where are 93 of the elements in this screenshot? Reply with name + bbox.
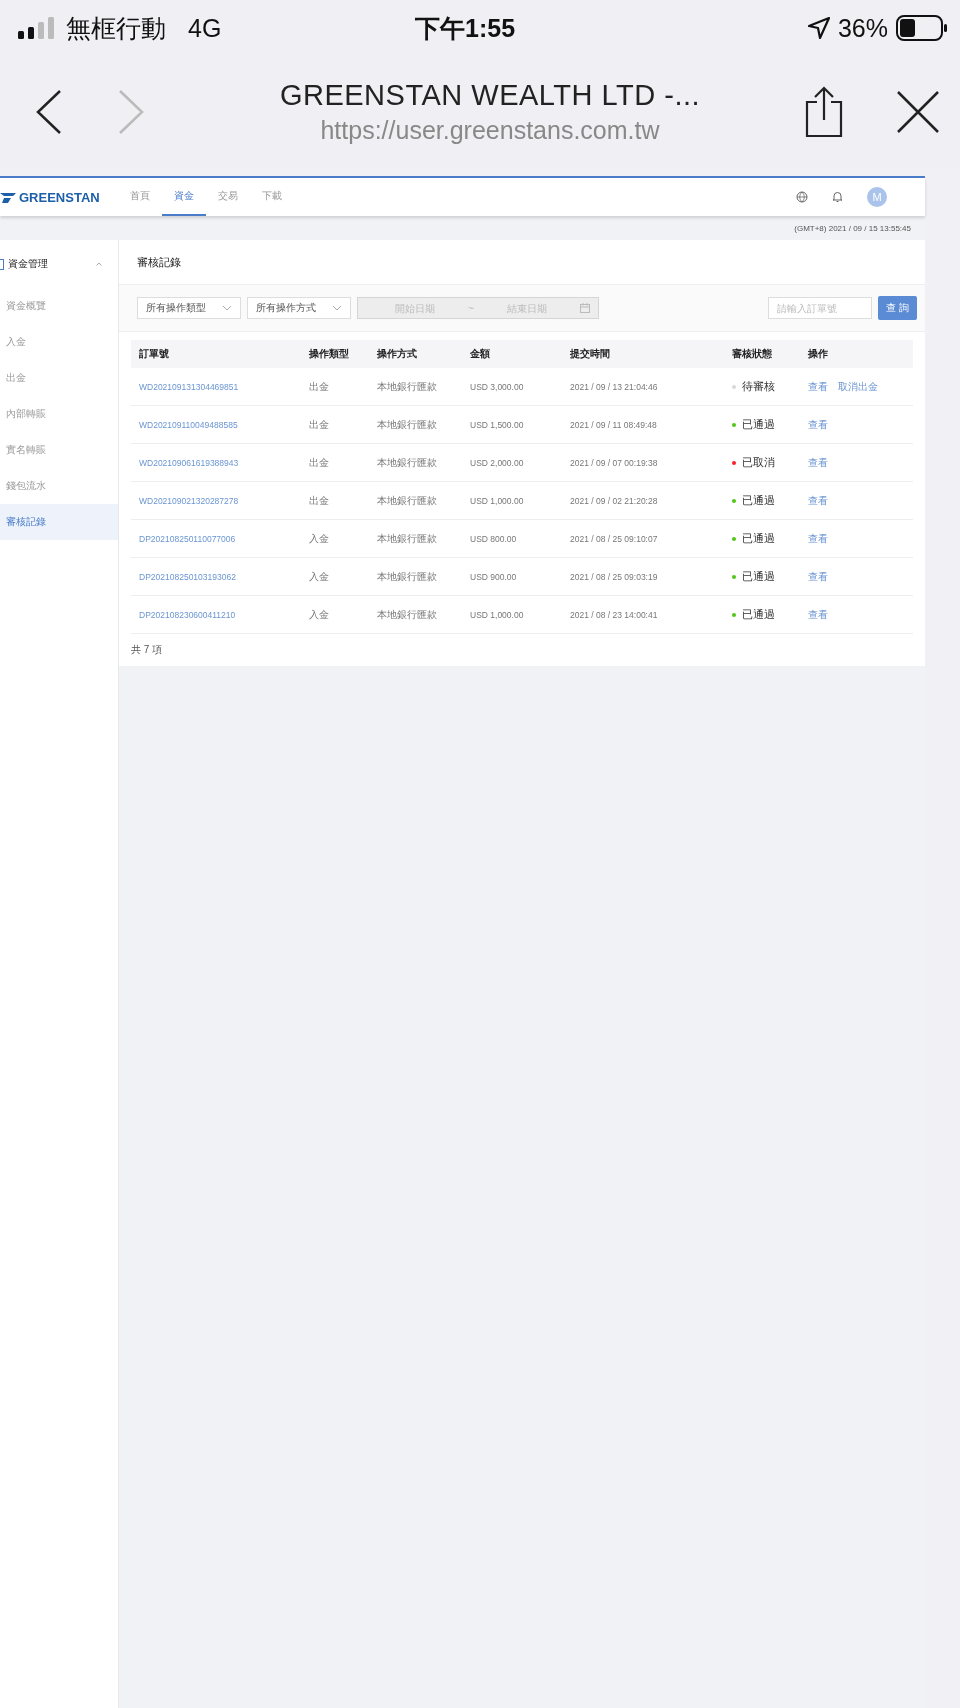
column-header: 金額: [470, 347, 491, 361]
sidebar-item[interactable]: 審核記錄: [0, 504, 118, 540]
order-number-link[interactable]: DP202108250103193062: [139, 571, 309, 582]
status-label: 已通過: [742, 569, 775, 584]
method-select[interactable]: 所有操作方式: [247, 297, 351, 319]
sidebar-item[interactable]: 實名轉賬: [0, 432, 118, 468]
action-link[interactable]: 查看: [808, 493, 828, 508]
action-link[interactable]: 查看: [808, 607, 828, 622]
table-cell-text: 入金: [309, 531, 330, 546]
table-cell-text: USD 1,500.00: [470, 419, 525, 430]
battery-icon: [896, 15, 948, 41]
location-arrow-icon: [807, 17, 830, 39]
table-cell-text: USD 2,000.00: [470, 457, 525, 468]
order-number-link[interactable]: WD202109061619388943: [139, 457, 309, 468]
status-label: 已通過: [742, 417, 775, 432]
column-header: 訂單號: [139, 347, 170, 361]
column-header: 提交時間: [570, 347, 611, 361]
action-link[interactable]: 查看: [808, 569, 828, 584]
nav-tab[interactable]: 交易: [206, 178, 250, 216]
order-number-link[interactable]: DP202108230600411210: [139, 609, 309, 620]
carrier-name: 無框行動: [66, 12, 166, 44]
action-link[interactable]: 查看: [808, 455, 828, 470]
table-cell-text: 本地銀行匯款: [377, 417, 438, 432]
table-cell-text: 2021 / 08 / 25 09:10:07: [570, 533, 659, 544]
table-cell-text: USD 900.00: [470, 571, 518, 582]
table-cell-text: 出金: [309, 379, 330, 394]
sidebar-item[interactable]: 錢包流水: [0, 468, 118, 504]
table-cell-text: USD 800.00: [470, 533, 518, 544]
status-label: 已通過: [742, 493, 775, 508]
battery-percent: 36%: [837, 13, 888, 43]
table-cell-text: 本地銀行匯款: [377, 531, 438, 546]
range-separator: ~: [468, 302, 474, 314]
table-cell-text: 本地銀行匯款: [377, 379, 438, 394]
column-header: 操作: [808, 347, 829, 361]
status-label: 已通過: [742, 531, 775, 546]
action-link[interactable]: 取消出金: [838, 379, 878, 394]
table-cell-text: 2021 / 08 / 25 09:03:19: [570, 571, 659, 582]
table-cell-text: USD 1,000.00: [470, 609, 525, 620]
calendar-icon: [580, 303, 590, 313]
type-select[interactable]: 所有操作類型: [137, 297, 241, 319]
order-number-link[interactable]: WD202109021320287278: [139, 495, 309, 506]
sidebar-item[interactable]: 內部轉賬: [0, 396, 118, 432]
table-cell-text: 2021 / 09 / 13 21:04:46: [570, 381, 659, 392]
table-cell-text: 本地銀行匯款: [377, 607, 438, 622]
server-time: (GMT+8) 2021 / 09 / 15 13:55:45: [794, 223, 911, 233]
table-cell-text: 2021 / 09 / 11 08:49:48: [570, 419, 658, 430]
sidebar-item[interactable]: 出金: [0, 360, 118, 396]
network-type: 4G: [188, 13, 222, 43]
section-title: 審核記錄: [137, 254, 181, 270]
table-cell-text: 2021 / 08 / 23 14:00:41: [570, 609, 659, 620]
table-cell-text: 2021 / 09 / 07 00:19:38: [570, 457, 659, 468]
query-button[interactable]: 查 詢: [878, 296, 917, 320]
table-cell-text: 出金: [309, 417, 330, 432]
chevron-down-icon: [332, 305, 342, 311]
table-cell-text: 出金: [309, 493, 330, 508]
page-title: GREENSTAN WEALTH LTD -...: [279, 79, 701, 112]
table-cell-text: 本地銀行匯款: [377, 569, 438, 584]
status-label: 待審核: [742, 379, 775, 394]
total-count: 共 7 項: [131, 643, 163, 657]
table-cell-text: 本地銀行匯款: [377, 493, 438, 508]
table-cell-text: 入金: [309, 569, 330, 584]
chevron-down-icon: [222, 305, 232, 311]
sidebar-group[interactable]: 資金管理: [0, 240, 118, 288]
bell-icon[interactable]: [832, 191, 843, 203]
action-link[interactable]: 查看: [808, 531, 828, 546]
action-link[interactable]: 查看: [808, 379, 828, 394]
table-cell-text: 入金: [309, 607, 330, 622]
logo-icon: [0, 191, 16, 203]
globe-icon[interactable]: [796, 191, 808, 203]
sidebar-item[interactable]: 資金概覽: [0, 288, 118, 324]
table-cell-text: 本地銀行匯款: [377, 455, 438, 470]
order-number-link[interactable]: DP202108250110077006: [139, 533, 309, 544]
column-header: 操作方式: [377, 347, 418, 361]
user-avatar[interactable]: M: [867, 187, 887, 207]
nav-tab[interactable]: 資金: [162, 178, 206, 216]
table-cell-text: USD 1,000.00: [470, 495, 525, 506]
action-link[interactable]: 查看: [808, 417, 828, 432]
caret-icon: [96, 262, 102, 266]
column-header: 操作類型: [309, 347, 350, 361]
sidebar-item[interactable]: 入金: [0, 324, 118, 360]
status-label: 已取消: [742, 455, 775, 470]
status-label: 已通過: [742, 607, 775, 622]
brand-logo: GREENSTAN: [19, 189, 100, 205]
clock-time: 下午1:55: [415, 12, 516, 44]
table-cell-text: 出金: [309, 455, 330, 470]
table-cell-text: USD 3,000.00: [470, 381, 525, 392]
nav-tab[interactable]: 首頁: [118, 178, 162, 216]
page-url[interactable]: https://user.greenstans.com.tw: [320, 116, 660, 145]
order-number-link[interactable]: WD202109131304469851: [139, 381, 309, 392]
column-header: 審核狀態: [732, 347, 773, 361]
table-cell-text: 2021 / 09 / 02 21:20:28: [570, 495, 659, 506]
order-number-link[interactable]: WD202109110049488585: [139, 419, 309, 430]
nav-tab[interactable]: 下載: [250, 178, 294, 216]
